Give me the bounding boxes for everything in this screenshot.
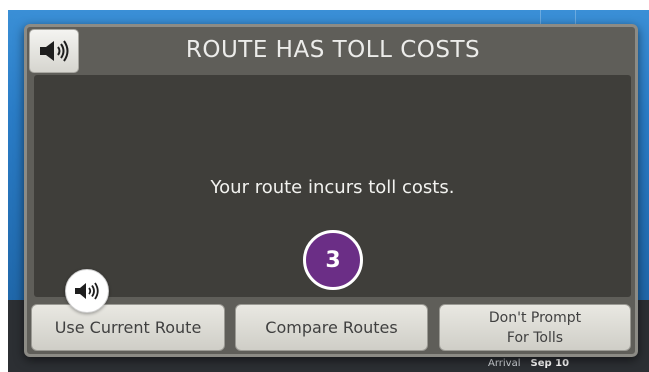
dont-prompt-for-tolls-button[interactable]: Don't Prompt For Tolls (439, 304, 631, 351)
arrival-label: Arrival (488, 358, 521, 369)
use-current-route-button[interactable]: Use Current Route (31, 304, 225, 351)
dont-prompt-line2: For Tolls (506, 329, 564, 346)
toll-dialog: ROUTE HAS TOLL COSTS Your route incurs t… (24, 24, 638, 357)
arrival-status: Arrival Sep 10 (488, 358, 569, 369)
speaker-icon (40, 40, 69, 62)
speaker-button[interactable] (29, 29, 79, 73)
dont-prompt-line1: Don't Prompt (488, 309, 582, 326)
arrival-value: Sep 10 (530, 358, 570, 369)
toll-message: Your route incurs toll costs. (210, 177, 455, 198)
dialog-title: ROUTE HAS TOLL COSTS (185, 37, 481, 63)
annotation-speaker-button[interactable] (65, 269, 109, 313)
compare-routes-button[interactable]: Compare Routes (235, 304, 428, 351)
speaker-icon (75, 282, 99, 300)
step-number-badge: 3 (303, 230, 363, 290)
